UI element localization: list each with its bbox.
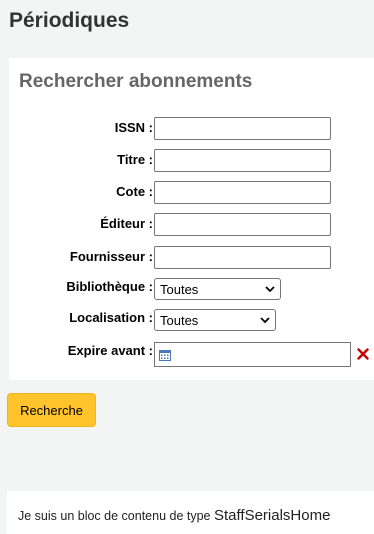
cote-label: Cote :	[116, 184, 153, 199]
clear-date-icon[interactable]	[357, 348, 369, 360]
bibliotheque-label: Bibliothèque :	[66, 279, 153, 294]
expire-avant-date-input[interactable]	[154, 342, 351, 367]
chevron-down-icon	[265, 286, 275, 293]
content-block: Je suis un bloc de contenu de type Staff…	[7, 491, 374, 534]
localisation-label: Localisation :	[69, 310, 153, 325]
issn-input[interactable]	[154, 117, 331, 140]
bibliotheque-row: Bibliothèque : Toutes	[9, 278, 374, 302]
content-block-prefix: Je suis un bloc de contenu de type	[18, 509, 211, 523]
localisation-selected-value: Toutes	[160, 313, 199, 328]
page-title: Périodiques	[9, 9, 130, 32]
calendar-icon[interactable]	[159, 349, 171, 361]
fournisseur-input[interactable]	[154, 246, 331, 269]
chevron-down-icon	[260, 317, 270, 324]
issn-label: ISSN :	[114, 120, 153, 135]
editeur-row: Éditeur :	[9, 213, 374, 237]
localisation-select[interactable]: Toutes	[154, 309, 276, 331]
content-block-type: StaffSerialsHome	[213, 507, 331, 524]
cote-row: Cote :	[9, 181, 374, 205]
panel-title: Rechercher abonnements	[19, 71, 253, 92]
editeur-input[interactable]	[154, 213, 331, 236]
titre-input[interactable]	[154, 149, 331, 172]
fournisseur-label: Fournisseur :	[69, 249, 153, 264]
search-subscriptions-panel: Rechercher abonnements ISSN : Titre : Co…	[9, 58, 374, 380]
bibliotheque-select[interactable]: Toutes	[154, 278, 281, 300]
titre-row: Titre :	[9, 149, 374, 173]
search-button[interactable]: Recherche	[7, 393, 96, 427]
content-block-text: Je suis un bloc de contenu de type Staff…	[18, 507, 330, 524]
cote-input[interactable]	[154, 181, 331, 204]
expire-avant-label: Expire avant :	[67, 343, 153, 358]
issn-row: ISSN :	[9, 117, 374, 141]
expire-avant-row: Expire avant :	[9, 342, 374, 367]
titre-label: Titre :	[117, 152, 153, 167]
fournisseur-row: Fournisseur :	[9, 246, 374, 270]
localisation-row: Localisation : Toutes	[9, 309, 374, 333]
bibliotheque-selected-value: Toutes	[160, 282, 199, 297]
editeur-label: Éditeur :	[100, 216, 153, 231]
